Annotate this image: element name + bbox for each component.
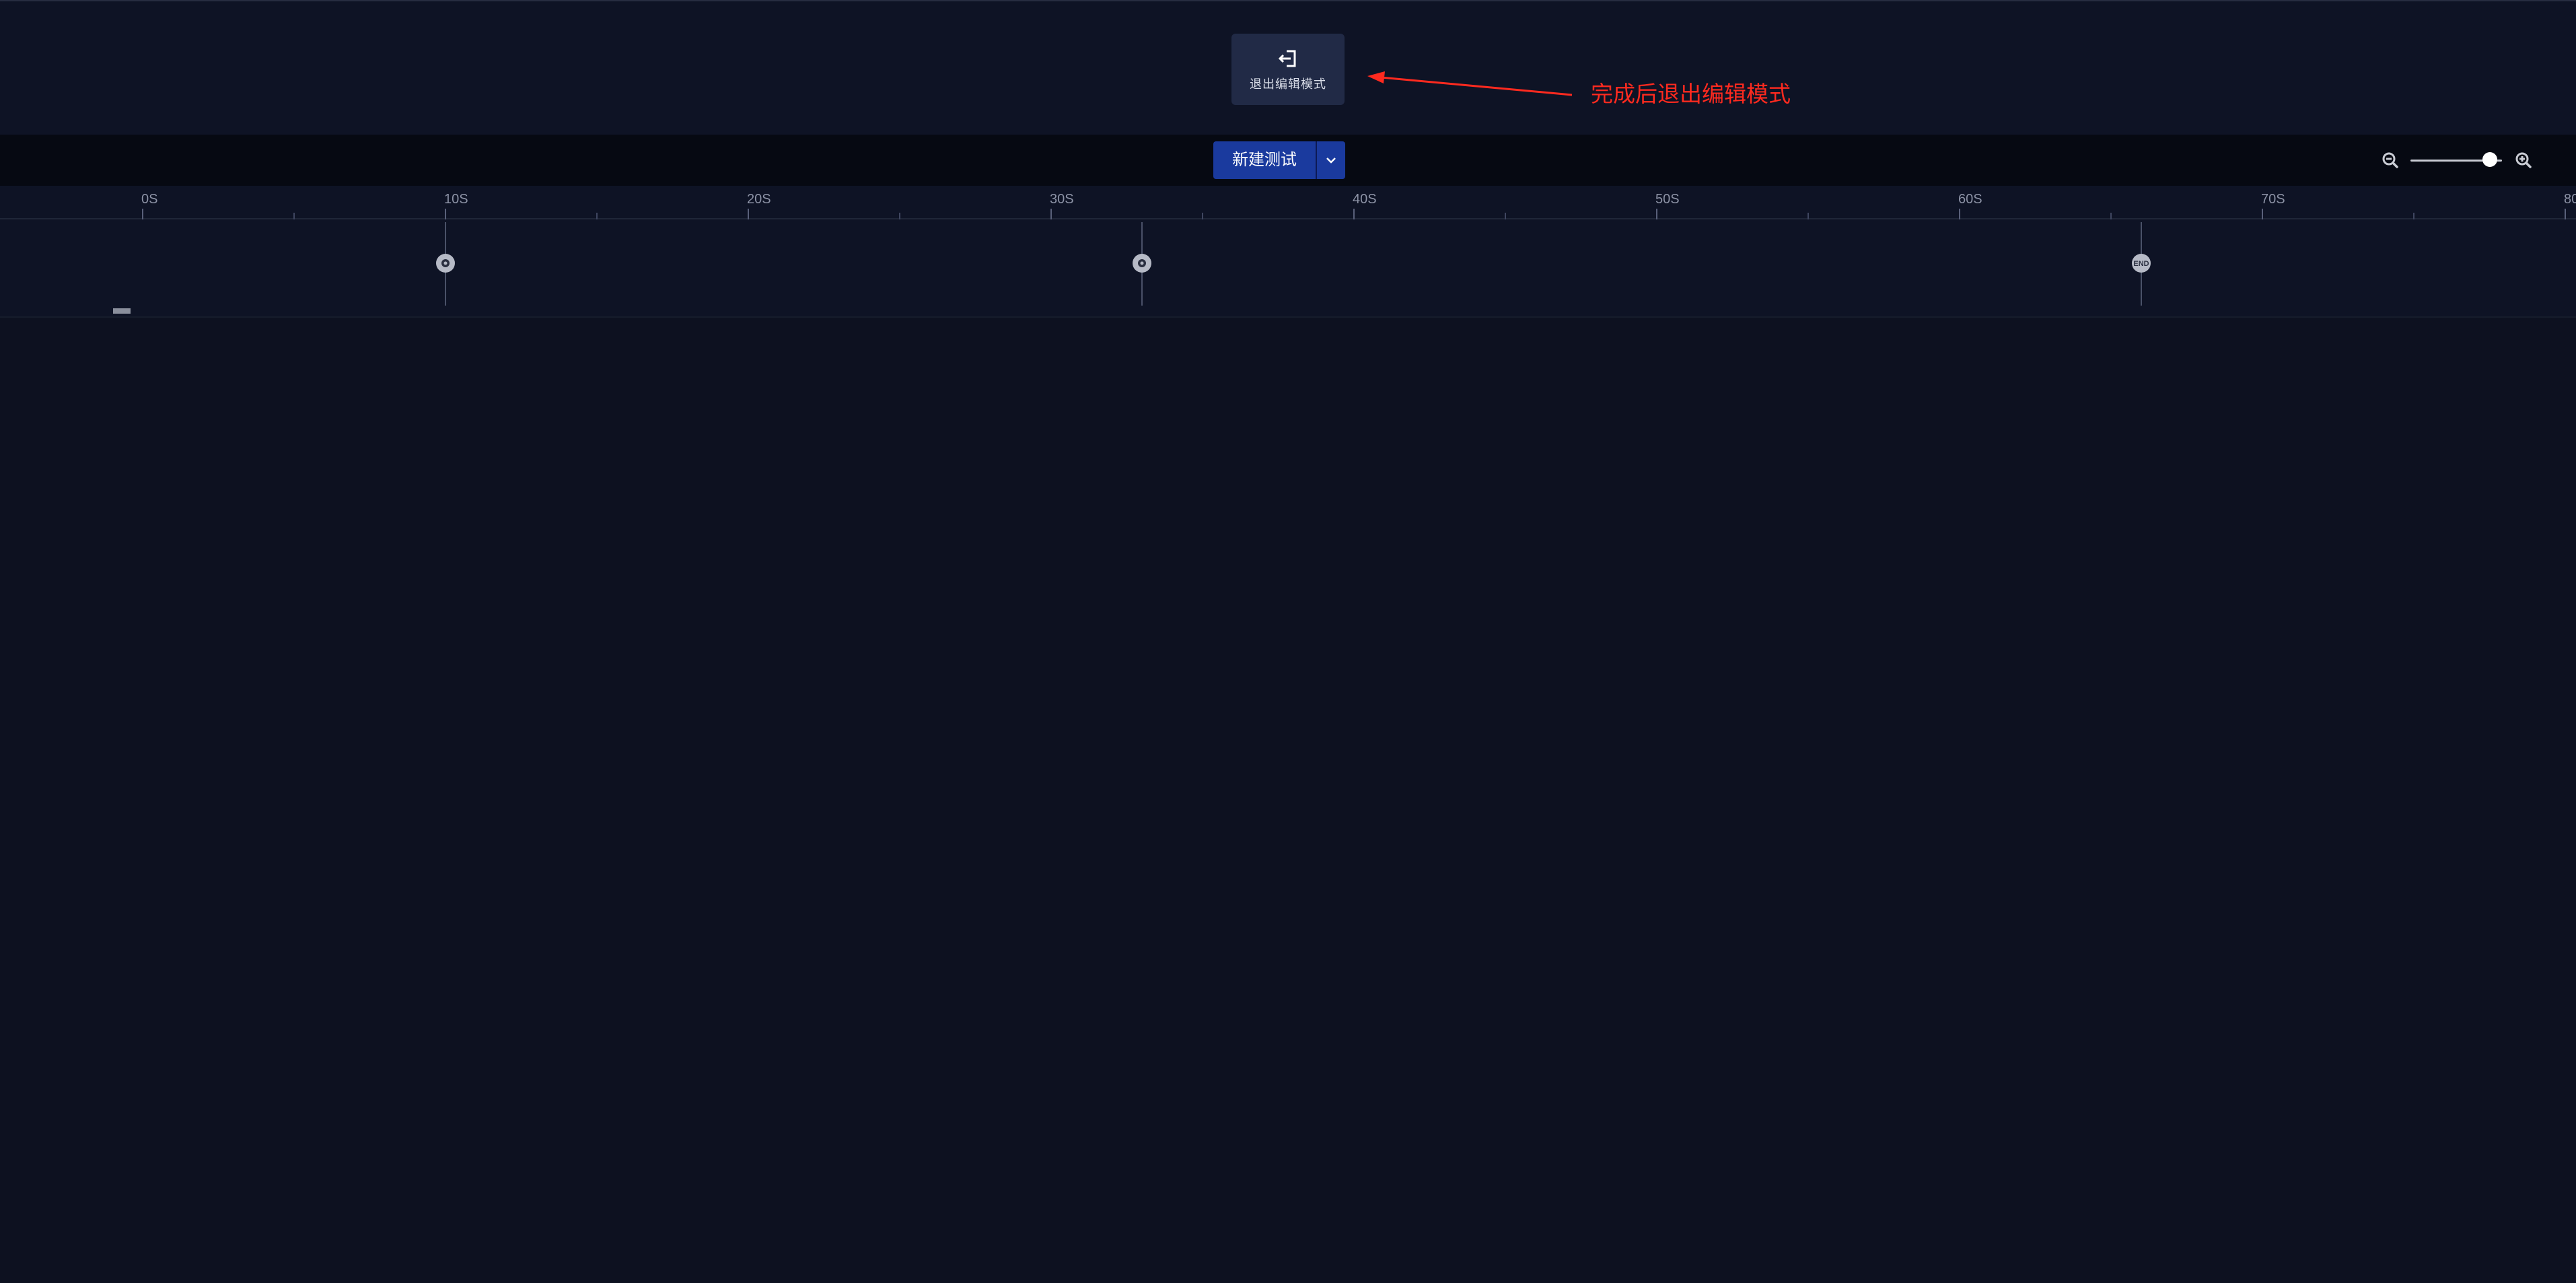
ruler-tick-label: 60S xyxy=(1958,192,1982,207)
ruler-tick-label: 10S xyxy=(444,192,468,207)
zoom-out-button[interactable] xyxy=(2380,149,2401,171)
new-test-button[interactable]: 新建测试 xyxy=(1213,141,1317,179)
keyframe-icon-dot xyxy=(443,261,448,265)
ruler-tick-label: 50S xyxy=(1655,192,1680,207)
timeline-toolbar: 新建测试 xyxy=(0,135,2576,186)
track-handle[interactable] xyxy=(113,308,131,314)
edit-mode-header: 退出编辑模式 完成后退出编辑模式 xyxy=(0,0,2576,135)
zoom-in-icon xyxy=(2515,152,2532,168)
annotation-text: 完成后退出编辑模式 xyxy=(1591,81,1791,106)
app-window: 退出编辑模式 完成后退出编辑模式 新建测试 0S 10S 20S 30S 40S… xyxy=(0,0,2576,1283)
ruler-tick-label: 40S xyxy=(1353,192,1377,207)
ruler-tick-label: 30S xyxy=(1050,192,1074,207)
keyframe-marker[interactable] xyxy=(436,222,455,306)
ruler-tick-label: 20S xyxy=(747,192,771,207)
zoom-slider[interactable] xyxy=(2410,150,2505,170)
chevron-down-icon xyxy=(1326,158,1336,164)
zoom-in-button[interactable] xyxy=(2513,149,2534,171)
end-label: END xyxy=(2133,260,2149,268)
zoom-slider-thumb[interactable] xyxy=(2482,152,2498,167)
exit-edit-mode-button[interactable]: 退出编辑模式 xyxy=(1231,34,1345,105)
zoom-out-icon xyxy=(2382,152,2398,168)
end-marker[interactable]: END xyxy=(2132,222,2151,306)
ruler-tick-label: 70S xyxy=(2261,192,2285,207)
exit-edit-mode-label: 退出编辑模式 xyxy=(1250,77,1326,91)
exit-edit-icon xyxy=(1278,50,1296,67)
time-ruler[interactable]: 0S 10S 20S 30S 40S 50S 60S 70S 80S xyxy=(0,186,2576,219)
editor-body xyxy=(0,318,2576,1283)
keyframe-marker[interactable] xyxy=(1133,222,1151,306)
timeline-track-canvas: END xyxy=(113,222,2151,314)
new-test-dropdown-button[interactable] xyxy=(1317,141,1345,179)
time-ruler-scale: 0S 10S 20S 30S 40S 50S 60S 70S 80S xyxy=(141,192,2576,219)
ruler-tick-label: 80S xyxy=(2564,192,2576,207)
keyframe-icon-dot xyxy=(1140,261,1144,265)
timeline-track[interactable]: END xyxy=(0,219,2576,318)
new-test-button-group: 新建测试 xyxy=(1213,141,1345,179)
ruler-tick-label: 0S xyxy=(141,192,157,207)
